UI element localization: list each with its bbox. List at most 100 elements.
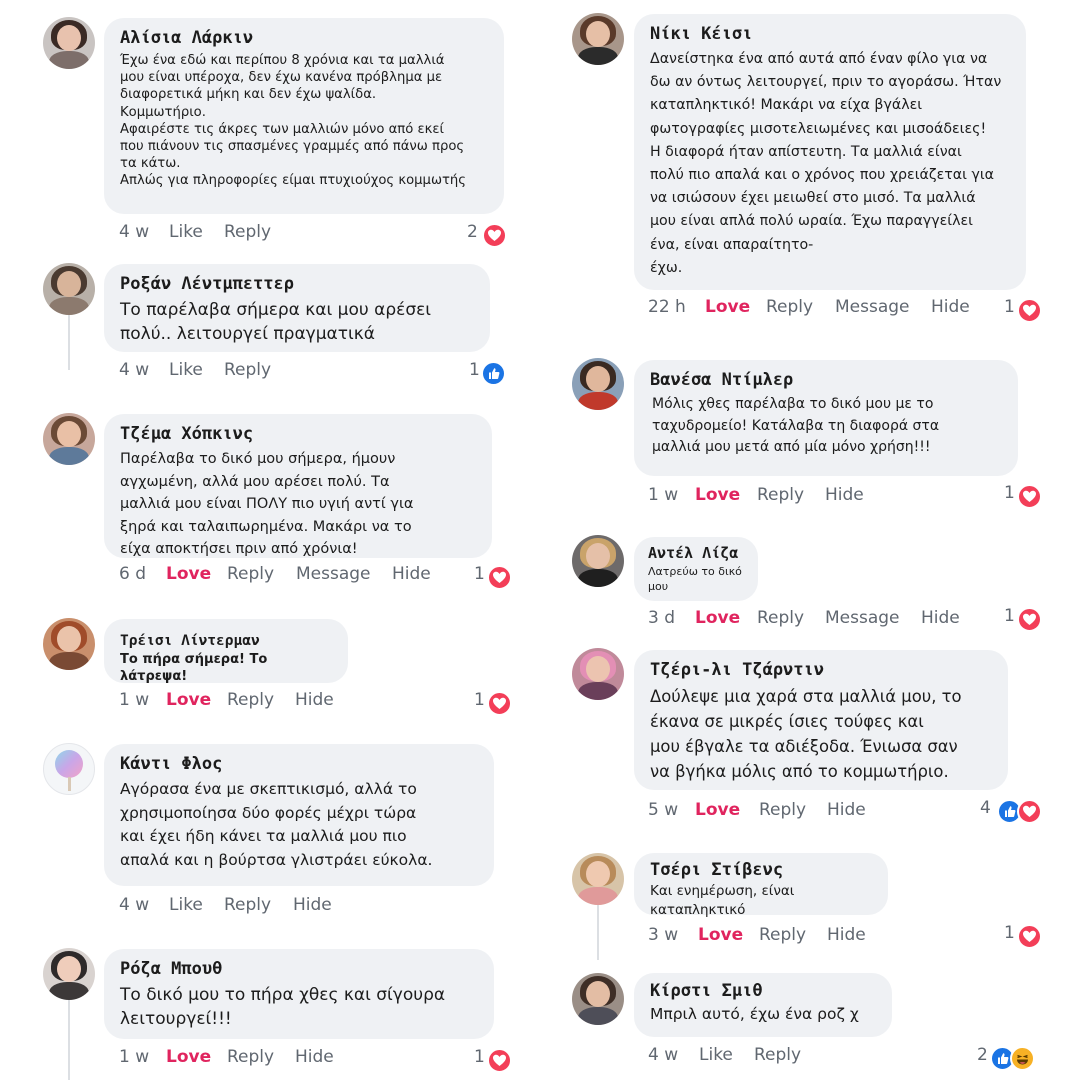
avatar[interactable]	[572, 535, 624, 587]
reaction-summary[interactable]: 2	[977, 1045, 1049, 1071]
love-button[interactable]: Love	[166, 690, 211, 710]
reply-button[interactable]: Reply	[227, 1047, 274, 1067]
comment-author[interactable]: Κάντι Φλος	[120, 754, 478, 774]
like-button[interactable]: Like	[699, 1045, 733, 1065]
comment-timestamp: 3 w	[648, 925, 679, 945]
comment-author[interactable]: Τζέρι-λι Τζάρντιν	[650, 660, 992, 680]
avatar[interactable]	[43, 948, 95, 1000]
message-button[interactable]: Message	[296, 564, 371, 584]
avatar[interactable]	[43, 263, 95, 315]
left-comments-column: Αλίσια Λάρκιν Έχω ένα εδώ και περίπου 8 …	[0, 0, 540, 1080]
avatar[interactable]	[43, 618, 95, 670]
love-button[interactable]: Love	[695, 485, 740, 505]
avatar[interactable]	[572, 648, 624, 700]
hide-button[interactable]: Hide	[921, 608, 960, 628]
reply-button[interactable]: Reply	[757, 485, 804, 505]
comment-author[interactable]: Αντέλ Λίζα	[648, 544, 744, 562]
hide-button[interactable]: Hide	[293, 895, 332, 915]
reaction-summary[interactable]: 1	[1004, 923, 1044, 949]
love-button[interactable]: Love	[698, 925, 743, 945]
comment-author[interactable]: Τσέρι Στίβενς	[650, 860, 872, 880]
hide-button[interactable]: Hide	[295, 1047, 334, 1067]
like-button[interactable]: Like	[169, 895, 203, 915]
comment-bubble: Αντέλ Λίζα Λατρεύω το δικό μου	[634, 537, 758, 601]
heart-reaction-icon	[1017, 799, 1042, 824]
message-button[interactable]: Message	[835, 297, 910, 317]
comment-author[interactable]: Ροξάν Λέντμπεττερ	[120, 274, 474, 294]
hide-button[interactable]: Hide	[931, 297, 970, 317]
avatar[interactable]	[572, 973, 624, 1025]
avatar[interactable]	[43, 17, 95, 69]
comment-bubble: Τρέισι Λίντερμαν Το πήρα σήμερα! Το λάτρ…	[104, 619, 348, 684]
like-button[interactable]: Like	[169, 360, 203, 380]
avatar[interactable]	[572, 358, 624, 410]
comment-bubble: Κίρστι Σμιθ Μπριλ αυτό, έχω ένα ροζ χ	[634, 973, 892, 1037]
love-button[interactable]: Love	[166, 1047, 211, 1067]
message-button[interactable]: Message	[825, 608, 900, 628]
reply-button[interactable]: Reply	[224, 895, 271, 915]
comment-author[interactable]: Ρόζα Μπουθ	[120, 959, 478, 979]
reaction-summary[interactable]: 1	[474, 564, 514, 590]
haha-reaction-icon	[1010, 1046, 1035, 1071]
comment-text: Το παρέλαβα σήμερα και μου αρέσει πολύ..…	[120, 300, 432, 344]
avatar[interactable]	[43, 413, 95, 465]
reaction-summary[interactable]: 2	[467, 222, 512, 248]
reply-button[interactable]: Reply	[227, 564, 274, 584]
love-button[interactable]: Love	[695, 608, 740, 628]
reaction-summary[interactable]: 1	[474, 1047, 514, 1073]
reaction-count: 4	[980, 798, 991, 818]
like-button[interactable]: Like	[169, 222, 203, 242]
reaction-summary[interactable]: 1	[1004, 483, 1044, 509]
hide-button[interactable]: Hide	[295, 690, 334, 710]
comment-bubble: Αλίσια Λάρκιν Έχω ένα εδώ και περίπου 8 …	[104, 18, 504, 214]
love-button[interactable]: Love	[695, 800, 740, 820]
reply-button[interactable]: Reply	[766, 297, 813, 317]
reply-button[interactable]: Reply	[224, 360, 271, 380]
comment-timestamp: 1 w	[119, 1047, 150, 1067]
reply-button[interactable]: Reply	[757, 608, 804, 628]
hide-button[interactable]: Hide	[827, 800, 866, 820]
reaction-summary[interactable]: 1	[1004, 606, 1044, 632]
comment-actions: 3 d Love Reply Message Hide	[648, 608, 1038, 632]
comment-text: Δούλεψε μια χαρά στα μαλλιά μου, το έκαν…	[650, 687, 962, 781]
comment-timestamp: 3 d	[648, 608, 676, 628]
reaction-summary[interactable]: 4	[980, 798, 1046, 824]
reply-button[interactable]: Reply	[759, 925, 806, 945]
love-button[interactable]: Love	[166, 564, 211, 584]
comment-text: Το δικό μου το πήρα χθες και σίγουρα λει…	[120, 985, 446, 1029]
comment-bubble: Νίκι Κέισι Δανείστηκα ένα από αυτά από έ…	[634, 14, 1026, 290]
reply-button[interactable]: Reply	[224, 222, 271, 242]
comment-actions: 4 w Like Reply	[119, 360, 509, 384]
avatar[interactable]	[572, 13, 624, 65]
reaction-summary[interactable]: 1	[469, 360, 514, 386]
reaction-summary[interactable]: 1	[1004, 297, 1044, 323]
hide-button[interactable]: Hide	[825, 485, 864, 505]
comment-bubble: Τζέμα Χόπκινς Παρέλαβα το δικό μου σήμερ…	[104, 414, 492, 558]
avatar[interactable]	[43, 743, 95, 795]
comment-actions: 4 w Like Reply Hide	[119, 895, 509, 919]
comment-author[interactable]: Βανέσα Ντίμλερ	[650, 370, 1002, 390]
love-button[interactable]: Love	[705, 297, 750, 317]
comment-text: Έχω ένα εδώ και περίπου 8 χρόνια και τα …	[120, 53, 467, 189]
comment-author[interactable]: Αλίσια Λάρκιν	[120, 28, 488, 48]
avatar[interactable]	[572, 853, 624, 905]
comment-text: Παρέλαβα το δικό μου σήμερα, ήμουν αγχωμ…	[120, 451, 414, 557]
comment-actions: 3 w Love Reply Hide	[648, 925, 1038, 949]
reply-button[interactable]: Reply	[227, 690, 274, 710]
comment-timestamp: 4 w	[648, 1045, 679, 1065]
reaction-count: 1	[1004, 923, 1015, 943]
comment-author[interactable]: Τρέισι Λίντερμαν	[120, 633, 332, 649]
reply-button[interactable]: Reply	[754, 1045, 801, 1065]
heart-reaction-icon	[1017, 924, 1042, 949]
reaction-summary[interactable]: 1	[474, 690, 514, 716]
comment-author[interactable]: Τζέμα Χόπκινς	[120, 424, 476, 444]
comment-text: Αγόρασα ένα με σκεπτικισμό, αλλά το χρησ…	[120, 780, 433, 869]
comment-author[interactable]: Νίκι Κέισι	[650, 24, 1010, 44]
reply-button[interactable]: Reply	[759, 800, 806, 820]
comment-actions: 1 w Love Reply Hide	[119, 1047, 509, 1071]
hide-button[interactable]: Hide	[392, 564, 431, 584]
heart-reaction-icon	[1017, 298, 1042, 323]
hide-button[interactable]: Hide	[827, 925, 866, 945]
comment-author[interactable]: Κίρστι Σμιθ	[650, 981, 876, 1001]
reaction-count: 1	[1004, 297, 1015, 317]
